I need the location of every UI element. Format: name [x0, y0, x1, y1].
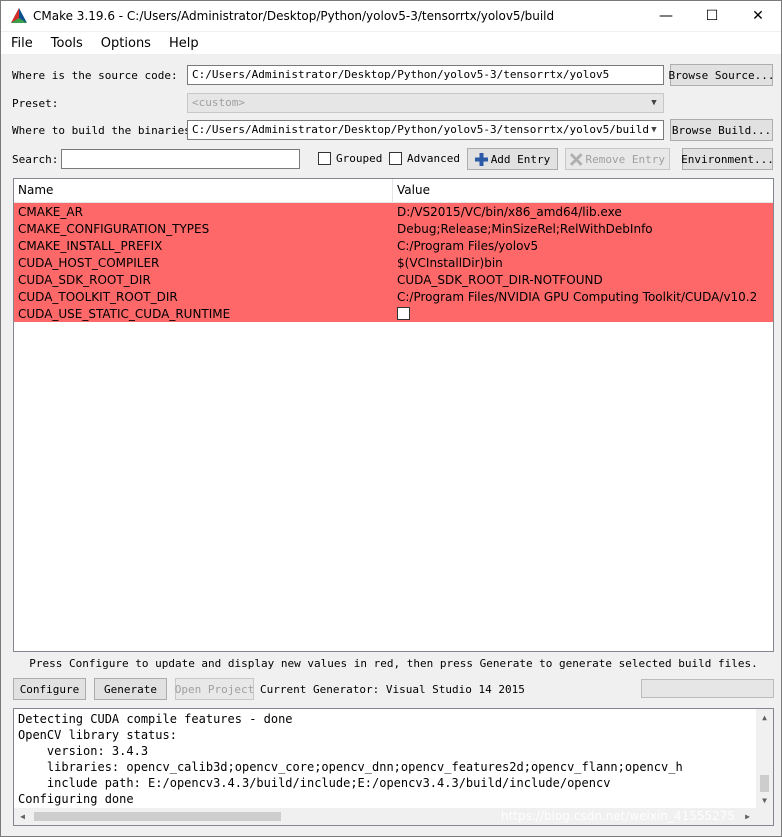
browse-build-button[interactable]: Browse Build...: [670, 119, 773, 141]
cell-name: CMAKE_INSTALL_PREFIX: [18, 238, 163, 253]
cell-value[interactable]: $(VCInstallDir)bin: [393, 256, 773, 270]
chevron-down-icon: ▼: [651, 125, 657, 135]
scroll-down-icon[interactable]: ▼: [756, 792, 773, 809]
progress-bar: [641, 679, 774, 698]
advanced-checkbox[interactable]: Advanced: [389, 152, 460, 165]
menu-help[interactable]: Help: [159, 36, 207, 51]
remove-entry-button[interactable]: Remove Entry: [565, 148, 670, 170]
hint-text: Press Configure to update and display ne…: [29, 657, 758, 670]
cell-name: CMAKE_AR: [18, 204, 83, 219]
vertical-scrollbar[interactable]: ▲ ▼: [756, 709, 773, 809]
log-line: version: 3.4.3: [18, 744, 149, 758]
menu-tools[interactable]: Tools: [41, 36, 91, 51]
preset-value: <custom>: [192, 96, 245, 109]
preset-label: Preset:: [12, 97, 59, 110]
cmake-logo-icon: [11, 8, 27, 23]
generate-button[interactable]: Generate: [94, 678, 167, 700]
log-line: OpenCV library status:: [18, 728, 177, 742]
table-row[interactable]: CMAKE_AR D:/VS2015/VC/bin/x86_amd64/lib.e…: [14, 203, 773, 220]
remove-icon: [570, 152, 583, 166]
menu-file[interactable]: File: [1, 36, 41, 51]
grouped-label: Grouped: [336, 152, 383, 165]
minimize-button[interactable]: —: [643, 1, 689, 31]
cell-name: CUDA_SDK_ROOT_DIR: [18, 272, 151, 287]
scroll-corner: [756, 808, 773, 825]
table-header: Name Value: [14, 179, 773, 203]
value-checkbox[interactable]: [397, 306, 410, 320]
vertical-scroll-thumb[interactable]: [760, 775, 769, 792]
cell-value[interactable]: C:/Program Files/yolov5: [393, 239, 773, 253]
cell-name: CUDA_USE_STATIC_CUDA_RUNTIME: [18, 306, 231, 321]
maximize-button[interactable]: ☐: [689, 1, 735, 31]
configure-button[interactable]: Configure: [13, 678, 86, 700]
build-value: C:/Users/Administrator/Desktop/Python/yo…: [192, 123, 649, 136]
cache-table: Name Value CMAKE_AR D:/VS2015/VC/bin/x86_…: [13, 178, 774, 652]
current-generator: Current Generator: Visual Studio 14 2015: [260, 683, 525, 696]
cell-value: [393, 305, 773, 323]
cell-value[interactable]: CUDA_SDK_ROOT_DIR-NOTFOUND: [393, 273, 773, 287]
build-combo[interactable]: C:/Users/Administrator/Desktop/Python/yo…: [187, 120, 664, 140]
table-row[interactable]: CMAKE_CONFIGURATION_TYPES Debug;Release;M…: [14, 220, 773, 237]
advanced-label: Advanced: [407, 152, 460, 165]
menu-options[interactable]: Options: [91, 36, 159, 51]
log-line: include path: E:/opencv3.4.3/build/inclu…: [18, 776, 611, 790]
advanced-check-box[interactable]: [389, 152, 402, 165]
grouped-checkbox[interactable]: Grouped: [318, 152, 382, 165]
table-row[interactable]: CUDA_SDK_ROOT_DIR CUDA_SDK_ROOT_DIR-NOTFO…: [14, 271, 773, 288]
build-label: Where to build the binaries:: [12, 124, 198, 137]
log-text: Detecting CUDA compile features - done Op…: [18, 711, 758, 807]
column-header-name[interactable]: Name: [14, 179, 393, 202]
watermark: https://blog.csdn.net/weixin_41555275: [501, 809, 736, 823]
table-row[interactable]: CUDA_TOOLKIT_ROOT_DIR C:/Program Files/NV…: [14, 288, 773, 305]
column-header-value[interactable]: Value: [393, 179, 434, 202]
plus-icon: [474, 152, 488, 166]
cell-name: CUDA_TOOLKIT_ROOT_DIR: [18, 289, 178, 304]
horizontal-scroll-thumb[interactable]: [34, 812, 281, 821]
grouped-check-box[interactable]: [318, 152, 331, 165]
log-line: Detecting CUDA compile features - done: [18, 712, 293, 726]
window-title: CMake 3.19.6 - C:/Users/Administrator/De…: [33, 9, 555, 23]
cell-name: CMAKE_CONFIGURATION_TYPES: [18, 221, 210, 236]
menu-bar: File Tools Options Help: [1, 32, 781, 54]
search-label: Search:: [12, 153, 59, 166]
remove-entry-label: Remove Entry: [585, 152, 665, 166]
chevron-down-icon: ▼: [651, 98, 657, 108]
cell-value[interactable]: D:/VS2015/VC/bin/x86_amd64/lib.exe: [393, 205, 773, 219]
add-entry-button[interactable]: Add Entry: [467, 148, 558, 170]
table-row[interactable]: CMAKE_INSTALL_PREFIX C:/Program Files/yol…: [14, 237, 773, 254]
cell-value[interactable]: C:/Program Files/NVIDIA GPU Computing To…: [393, 290, 773, 304]
cell-value[interactable]: Debug;Release;MinSizeRel;RelWithDebInfo: [393, 222, 773, 236]
close-button[interactable]: ✕: [735, 1, 781, 31]
table-body: CMAKE_AR D:/VS2015/VC/bin/x86_amd64/lib.e…: [14, 203, 773, 322]
open-project-button[interactable]: Open Project: [175, 678, 254, 700]
title-bar[interactable]: CMake 3.19.6 - C:/Users/Administrator/De…: [1, 1, 781, 31]
scroll-left-icon[interactable]: ◀: [14, 808, 31, 825]
search-input[interactable]: [61, 149, 300, 169]
environment-button[interactable]: Environment...: [681, 148, 774, 170]
table-row[interactable]: CUDA_HOST_COMPILER $(VCInstallDir)bin: [14, 254, 773, 271]
cmake-window: CMake 3.19.6 - C:/Users/Administrator/De…: [0, 0, 782, 837]
source-label: Where is the source code:: [12, 69, 178, 82]
cell-name: CUDA_HOST_COMPILER: [18, 255, 160, 270]
scroll-up-icon[interactable]: ▲: [756, 709, 773, 726]
browse-source-button[interactable]: Browse Source...: [669, 64, 774, 86]
add-entry-label: Add Entry: [490, 152, 551, 166]
log-line: Configuring done: [18, 792, 134, 806]
scroll-right-icon[interactable]: ▶: [739, 808, 756, 825]
preset-combo[interactable]: <custom> ▼: [187, 93, 664, 113]
log-line: libraries: opencv_calib3d;opencv_core;op…: [18, 760, 683, 774]
table-row[interactable]: CUDA_USE_STATIC_CUDA_RUNTIME: [14, 305, 773, 322]
source-field[interactable]: C:/Users/Administrator/Desktop/Python/yo…: [187, 65, 664, 85]
